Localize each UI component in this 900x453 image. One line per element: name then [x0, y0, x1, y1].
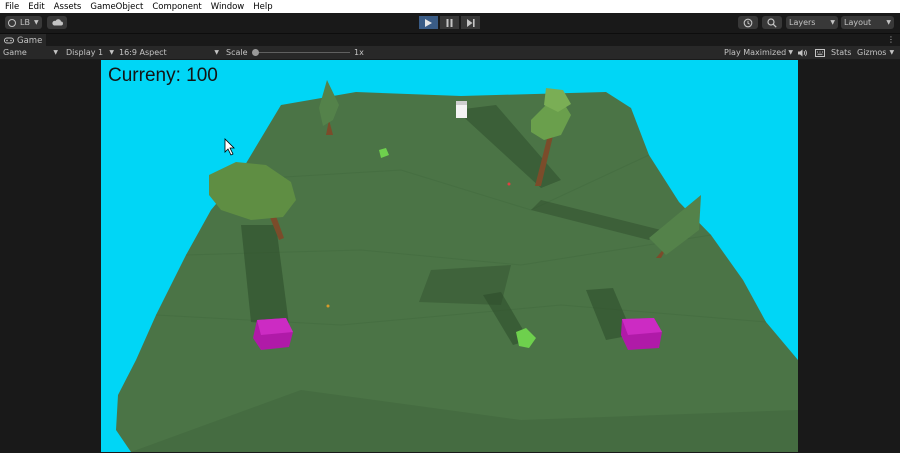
chevron-down-icon: ▼ [109, 49, 114, 56]
chevron-down-icon: ▼ [33, 19, 39, 26]
chevron-down-icon: ▼ [830, 19, 835, 26]
history-icon [743, 18, 753, 27]
mouse-cursor-icon [224, 138, 235, 156]
gizmos-dropdown[interactable]: Gizmos ▼ [857, 46, 900, 59]
mute-audio-button[interactable] [798, 46, 808, 59]
game-controls-bar: Game ▼ Display 1 ▼ 16:9 Aspect ▼ Scale 1… [0, 46, 900, 60]
pickup-dot [507, 182, 511, 186]
play-mode-dropdown[interactable]: Play Maximized ▼ [724, 46, 793, 59]
layout-dropdown[interactable]: Layout ▼ [841, 16, 894, 29]
menu-window[interactable]: Window [206, 2, 249, 12]
menu-gameobject[interactable]: GameObject [85, 2, 147, 12]
layers-dropdown[interactable]: Layers ▼ [786, 16, 838, 29]
keyboard-icon [815, 48, 825, 57]
play-icon [425, 18, 432, 27]
stats-button[interactable]: Stats [831, 46, 851, 59]
menu-component[interactable]: Component [147, 2, 205, 12]
account-label: LB [20, 18, 30, 27]
step-icon [466, 18, 475, 27]
menu-bar: File Edit Assets GameObject Component Wi… [0, 0, 900, 13]
tab-label: Game [17, 35, 43, 46]
scale-slider-thumb[interactable] [252, 49, 259, 56]
chevron-down-icon: ▼ [214, 49, 219, 56]
play-controls [419, 16, 480, 29]
scale-label: Scale [226, 48, 248, 57]
letterbox-left [0, 60, 101, 453]
pause-button[interactable] [440, 16, 459, 29]
currency-display: Curreny: 100 [108, 65, 218, 86]
aspect-label: 16:9 Aspect [119, 48, 167, 57]
letterbox-right [798, 60, 900, 453]
game-view-label: Game [3, 48, 27, 57]
menu-help[interactable]: Help [248, 2, 276, 12]
gizmos-label: Gizmos [857, 48, 887, 57]
cloud-icon [51, 19, 63, 26]
chevron-down-icon: ▼ [886, 19, 891, 26]
play-button[interactable] [419, 16, 438, 29]
play-mode-label: Play Maximized [724, 48, 787, 57]
layers-label: Layers [789, 18, 816, 27]
scale-value: 1x [354, 48, 364, 57]
gamepad-icon [4, 37, 14, 44]
main-toolbar: LB ▼ Layers ▼ Layout ▼ [0, 13, 900, 33]
layout-label: Layout [844, 18, 872, 27]
speaker-icon [798, 49, 807, 56]
display-label: Display 1 [66, 48, 104, 57]
chevron-down-icon: ▼ [53, 49, 58, 56]
tab-bar: Game ⋮ [0, 33, 900, 47]
menu-edit[interactable]: Edit [23, 2, 48, 12]
display-dropdown[interactable]: Display 1 ▼ [66, 46, 114, 59]
game-viewport[interactable]: Curreny: 100 [101, 60, 798, 452]
chevron-down-icon: ▼ [788, 49, 793, 56]
more-menu-icon[interactable]: ⋮ [887, 35, 895, 44]
pause-icon [446, 18, 453, 27]
chevron-down-icon: ▼ [889, 49, 895, 56]
game-scene [116, 80, 798, 452]
account-dropdown[interactable]: LB ▼ [5, 16, 42, 29]
scale-slider-track [254, 52, 350, 53]
shortcuts-button[interactable] [815, 46, 825, 59]
search-button[interactable] [762, 16, 782, 29]
menu-file[interactable]: File [0, 2, 23, 12]
account-icon [8, 18, 16, 27]
pickup-dot [326, 304, 330, 308]
step-button[interactable] [461, 16, 480, 29]
history-button[interactable] [738, 16, 758, 29]
scale-slider[interactable] [252, 49, 350, 56]
aspect-dropdown[interactable]: 16:9 Aspect ▼ [119, 46, 219, 59]
search-icon [767, 17, 777, 28]
cloud-button[interactable] [47, 16, 67, 29]
menu-assets[interactable]: Assets [49, 2, 86, 12]
game-view-dropdown[interactable]: Game ▼ [3, 46, 58, 59]
